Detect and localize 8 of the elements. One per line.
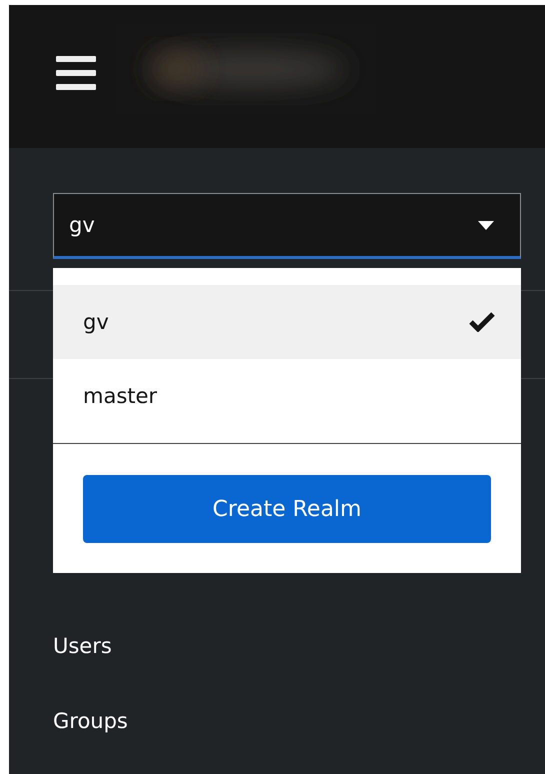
realm-option[interactable]: gv — [53, 285, 521, 359]
realm-select[interactable]: gv — [53, 193, 521, 259]
create-realm-button[interactable]: Create Realm — [83, 475, 491, 543]
caret-icon — [478, 220, 494, 230]
nav-item[interactable]: Groups — [9, 683, 128, 758]
nav-item[interactable]: Users — [9, 608, 112, 683]
check-icon — [469, 312, 495, 332]
realm-option[interactable]: master — [53, 359, 521, 433]
